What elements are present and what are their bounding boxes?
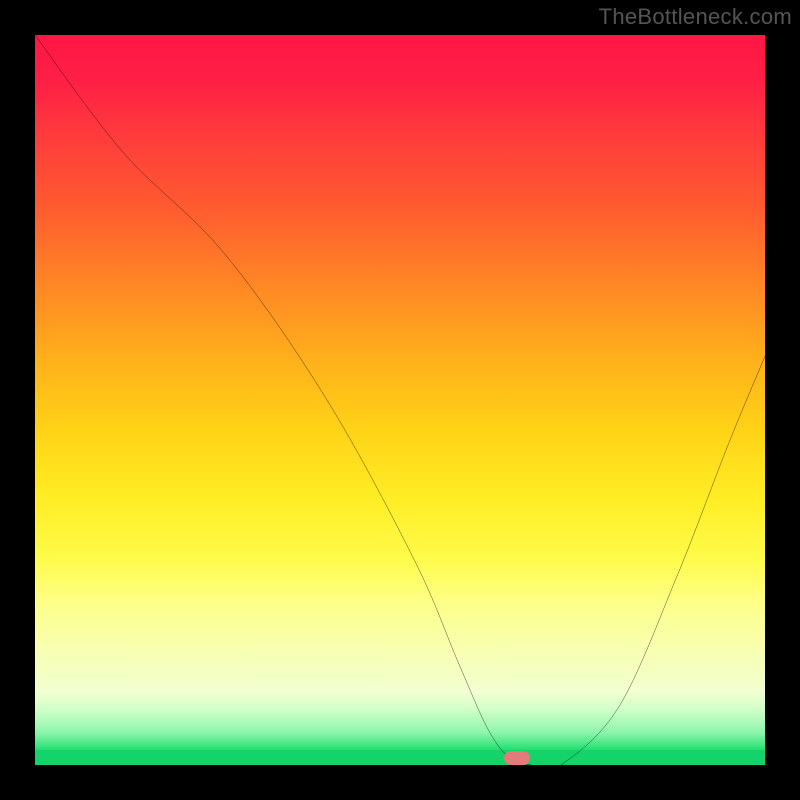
bottleneck-curve: [35, 35, 765, 765]
optimal-point-marker: [504, 751, 530, 765]
plot-area: [35, 35, 765, 765]
chart-frame: TheBottleneck.com: [0, 0, 800, 800]
watermark-text: TheBottleneck.com: [599, 4, 792, 30]
